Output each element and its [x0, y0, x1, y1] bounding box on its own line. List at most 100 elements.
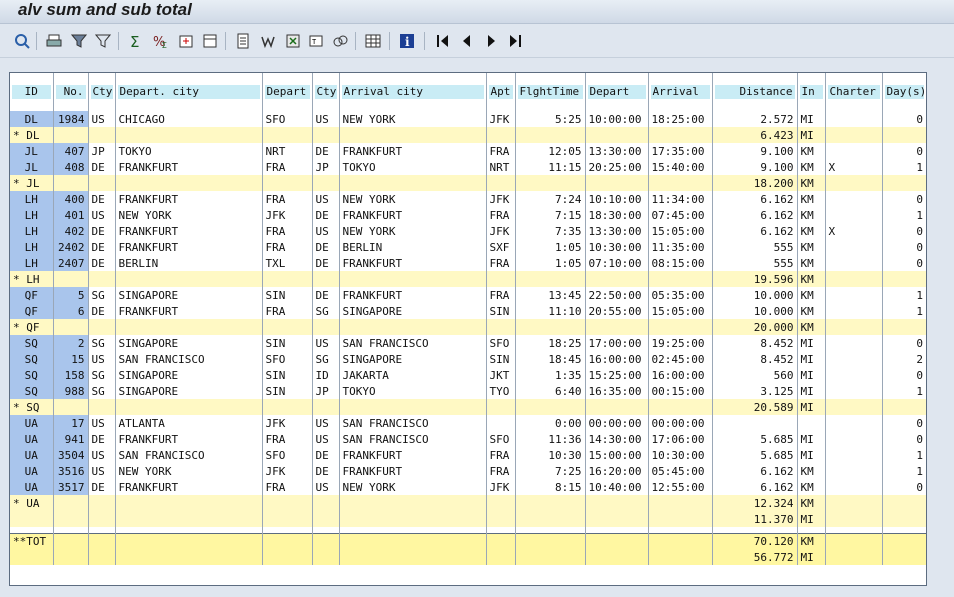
- graphic-icon[interactable]: [331, 32, 349, 50]
- cell-dep-apt: JFK: [261, 463, 312, 479]
- cell-time: 7:35: [514, 223, 585, 239]
- cell-arr-city: SAN FRANCISCO: [338, 431, 486, 447]
- cell-apt: [485, 511, 515, 527]
- excel-icon[interactable]: [284, 32, 302, 50]
- alv-grid[interactable]: ID No. Cty Depart. city Depart Cty Arrival cit…: [9, 72, 927, 586]
- column-header[interactable]: Cty: [311, 73, 339, 101]
- column-header[interactable]: In: [796, 73, 825, 101]
- subtotal-row[interactable]: * UA 12.324 KM: [10, 495, 926, 511]
- column-header[interactable]: Apt: [485, 73, 515, 101]
- cell-dep-apt: FRA: [261, 191, 312, 207]
- cell-dep-city: SAN FRANCISCO: [114, 447, 262, 463]
- table-row[interactable]: SQ 158 SG SINGAPORE SIN ID JAKARTA JKT 1:35 15:25…: [10, 367, 926, 383]
- cell-arr: 00:00:00: [647, 415, 712, 431]
- word-icon[interactable]: [259, 32, 277, 50]
- table-row[interactable]: JL 407 JP TOKYO NRT DE FRANKFURT FRA 12:05 13:30:…: [10, 143, 926, 159]
- local-file-icon[interactable]: [234, 32, 252, 50]
- table-row[interactable]: LH 2402 DE FRANKFURT FRA DE BERLIN SXF 1:05 10:30…: [10, 239, 926, 255]
- cell-no: 3517: [52, 479, 88, 495]
- table-row[interactable]: LH 402 DE FRANKFURT FRA US NEW YORK JFK 7:35 13:3…: [10, 223, 926, 239]
- cell-arr-city: SINGAPORE: [338, 351, 486, 367]
- column-header[interactable]: No.: [52, 73, 88, 101]
- table-row[interactable]: SQ 988 SG SINGAPORE SIN JP TOKYO TYO 6:40 16:35:0…: [10, 383, 926, 399]
- flight-table: ID No. Cty Depart. city Depart Cty Arrival cit…: [10, 73, 926, 565]
- column-header[interactable]: Arrival: [647, 73, 712, 101]
- column-header[interactable]: Depart. city: [114, 73, 262, 101]
- abc-analysis-icon[interactable]: T: [307, 32, 325, 50]
- first-page-icon[interactable]: [434, 32, 452, 50]
- table-row[interactable]: LH 401 US NEW YORK JFK DE FRANKFURT FRA 7:15 18:3…: [10, 207, 926, 223]
- set-filter-icon[interactable]: [94, 32, 112, 50]
- cell-time: [514, 533, 585, 549]
- column-header[interactable]: Cty: [87, 73, 115, 101]
- last-page-icon[interactable]: [506, 32, 524, 50]
- table-row[interactable]: SQ 15 US SAN FRANCISCO SFO SG SINGAPORE SIN 18:4…: [10, 351, 926, 367]
- cell-time: [514, 271, 585, 287]
- cell-apt: JFK: [485, 479, 515, 495]
- cell-time: 12:05: [514, 143, 585, 159]
- next-page-icon[interactable]: [482, 32, 500, 50]
- table-row[interactable]: QF 5 SG SINGAPORE SIN DE FRANKFURT FRA 13:45 22:5…: [10, 287, 926, 303]
- table-row[interactable]: UA 3504 US SAN FRANCISCO SFO DE FRANKFURT FRA 10…: [10, 447, 926, 463]
- subtotal-row[interactable]: * QF 20.000 KM: [10, 319, 926, 335]
- info-icon[interactable]: i: [398, 32, 416, 50]
- table-row[interactable]: UA 3517 DE FRANKFURT FRA US NEW YORK JFK 8:15 10:…: [10, 479, 926, 495]
- cell-apt: FRA: [485, 255, 515, 271]
- subtotal-row[interactable]: * LH 19.596 KM: [10, 271, 926, 287]
- subtotal-row[interactable]: 11.370 MI: [10, 511, 926, 527]
- table-row[interactable]: JL 408 DE FRANKFURT FRA JP TOKYO NRT 11:15 20:25:…: [10, 159, 926, 175]
- header-row: ID No. Cty Depart. city Depart Cty Arrival cit…: [10, 73, 926, 101]
- total-row[interactable]: **TOT 70.120 KM: [10, 533, 926, 549]
- cell-apt: FRA: [485, 287, 515, 303]
- total-row[interactable]: 56.772 MI: [10, 549, 926, 565]
- cell-cty2: [311, 175, 339, 191]
- table-row[interactable]: QF 6 DE FRANKFURT FRA SG SINGAPORE SIN 11:10 20:5…: [10, 303, 926, 319]
- cell-dep-city: [114, 127, 262, 143]
- filter-icon[interactable]: [70, 32, 88, 50]
- previous-page-icon[interactable]: [458, 32, 476, 50]
- print-icon[interactable]: [45, 32, 63, 50]
- column-header[interactable]: ID: [10, 73, 53, 101]
- column-header[interactable]: FlghtTime: [514, 73, 585, 101]
- sum-icon[interactable]: Σ: [127, 32, 145, 50]
- cell-apt: TYO: [485, 383, 515, 399]
- cell-id: * QF: [10, 319, 53, 335]
- table-row[interactable]: LH 400 DE FRANKFURT FRA US NEW YORK JFK 7:24 10:1…: [10, 191, 926, 207]
- cell-dep-city: FRANKFURT: [114, 479, 262, 495]
- cell-dep-city: SINGAPORE: [114, 287, 262, 303]
- cell-charter: [824, 399, 882, 415]
- cell-dep-city: FRANKFURT: [114, 191, 262, 207]
- cell-dep: 00:00:00: [584, 415, 648, 431]
- column-header[interactable]: Depart: [261, 73, 312, 101]
- cell-no: [52, 127, 88, 143]
- table-row[interactable]: SQ 2 SG SINGAPORE SIN US SAN FRANCISCO SFO 18:25…: [10, 335, 926, 351]
- table-row[interactable]: UA 3516 US NEW YORK JFK DE FRANKFURT FRA 7:25 16:…: [10, 463, 926, 479]
- layout-icon[interactable]: [201, 32, 219, 50]
- details-icon[interactable]: [13, 32, 31, 50]
- column-header[interactable]: Day(s): [881, 73, 926, 101]
- table-row[interactable]: LH 2407 DE BERLIN TXL DE FRANKFURT FRA 1:05 07:10…: [10, 255, 926, 271]
- subtotal-row[interactable]: * JL 18.200 KM: [10, 175, 926, 191]
- subtotal-icon[interactable]: % Σ: [152, 32, 170, 50]
- column-header[interactable]: Distance: [711, 73, 797, 101]
- cell-charter: [824, 495, 882, 511]
- column-header[interactable]: Depart: [584, 73, 648, 101]
- column-header[interactable]: Charter: [824, 73, 882, 101]
- cell-charter: [824, 351, 882, 367]
- cell-dep: 10:30:00: [584, 239, 648, 255]
- table-row[interactable]: DL 1984 US CHICAGO SFO US NEW YORK JFK 5:25 10:00…: [10, 111, 926, 127]
- cell-apt: [485, 271, 515, 287]
- cell-no: [52, 495, 88, 511]
- table-row[interactable]: UA 941 DE FRANKFURT FRA US SAN FRANCISCO SFO 11:…: [10, 431, 926, 447]
- cell-cty1: US: [87, 207, 115, 223]
- subtotal-row[interactable]: * SQ 20.589 MI: [10, 399, 926, 415]
- column-header[interactable]: Arrival city: [338, 73, 486, 101]
- subtotal-row[interactable]: * DL 6.423 MI: [10, 127, 926, 143]
- export-icon[interactable]: [177, 32, 195, 50]
- table-row[interactable]: UA 17 US ATLANTA JFK US SAN FRANCISCO 0:00 00:00…: [10, 415, 926, 431]
- cell-cty1: DE: [87, 223, 115, 239]
- grid-icon[interactable]: [364, 32, 382, 50]
- cell-dep-apt: SFO: [261, 447, 312, 463]
- cell-dist: 6.162: [711, 191, 797, 207]
- cell-dep: 15:00:00: [584, 447, 648, 463]
